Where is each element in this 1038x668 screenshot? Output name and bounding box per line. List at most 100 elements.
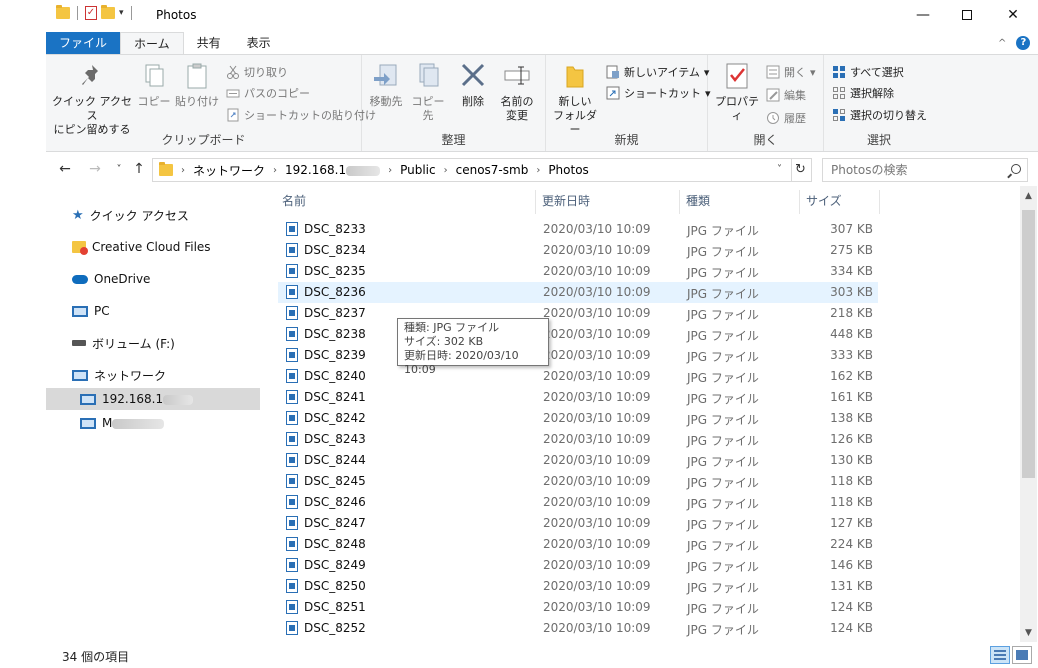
new-folder-button[interactable]: 新しい フォルダー [552, 61, 598, 137]
breadcrumb-chevron-icon[interactable]: › [388, 165, 392, 176]
table-row[interactable]: DSC_8249 2020/03/10 10:09 JPG ファイル 146 KB [278, 555, 878, 576]
column-header-size[interactable]: サイズ [802, 190, 880, 214]
refresh-button[interactable]: ↻ [790, 158, 812, 182]
breadcrumb-chevron-icon[interactable]: › [536, 165, 540, 176]
select-none-button[interactable]: 選択解除 [832, 84, 894, 102]
column-header-date[interactable]: 更新日時 [538, 190, 680, 214]
scroll-thumb[interactable] [1022, 210, 1035, 478]
nav-item-network[interactable]: ネットワーク [46, 364, 260, 386]
nav-item-pc[interactable]: PC [46, 300, 260, 322]
nav-item-volume[interactable]: ボリューム (F:) [46, 332, 260, 354]
properties-icon[interactable]: ✓ [85, 6, 97, 20]
address-bar[interactable]: › ネットワーク › 192.168.1 › Public › cenos7-s… [152, 158, 792, 182]
breadcrumb-host-label: 192.168.1 [285, 163, 347, 177]
breadcrumb-public[interactable]: Public [400, 163, 436, 177]
table-row[interactable]: DSC_8238 2020/03/10 10:09 JPG ファイル 448 KB [278, 324, 878, 345]
pin-quick-access-button[interactable]: クイック アクセス にピン留めする [52, 61, 132, 137]
details-view-button[interactable] [990, 646, 1010, 664]
table-row[interactable]: DSC_8242 2020/03/10 10:09 JPG ファイル 138 KB [278, 408, 878, 429]
customize-qat-icon[interactable]: ▾ [119, 8, 124, 18]
scroll-down-icon[interactable]: ▼ [1020, 625, 1037, 642]
table-row[interactable]: DSC_8252 2020/03/10 10:09 JPG ファイル 124 KB [278, 618, 878, 639]
table-row[interactable]: DSC_8246 2020/03/10 10:09 JPG ファイル 118 KB [278, 492, 878, 513]
tab-file[interactable]: ファイル [46, 32, 121, 54]
nav-item-host1[interactable]: 192.168.1 [46, 388, 260, 410]
move-to-button[interactable]: 移動先 [366, 61, 406, 109]
image-file-icon [286, 264, 298, 278]
table-row[interactable]: DSC_8233 2020/03/10 10:09 JPG ファイル 307 KB [278, 219, 878, 240]
copy-path-button[interactable]: パスのコピー [226, 84, 310, 102]
file-size: 131 KB [830, 579, 873, 593]
easy-access-shortcut-button[interactable]: ショートカット ▾ [606, 84, 711, 102]
table-row[interactable]: DSC_8236 2020/03/10 10:09 JPG ファイル 303 KB [278, 282, 878, 303]
nav-item-host2[interactable]: M [46, 412, 260, 434]
help-icon[interactable]: ? [1016, 36, 1031, 50]
select-all-button[interactable]: すべて選択 [832, 63, 904, 81]
delete-button[interactable]: 削除 [456, 61, 490, 109]
table-row[interactable]: DSC_8245 2020/03/10 10:09 JPG ファイル 118 KB [278, 471, 878, 492]
invert-selection-button[interactable]: 選択の切り替え [832, 106, 927, 124]
paste-shortcut-button[interactable]: ショートカットの貼り付け [226, 106, 376, 124]
minimize-button[interactable]: — [908, 4, 938, 26]
breadcrumb-chevron-icon[interactable]: › [444, 165, 448, 176]
new-item-button[interactable]: 新しいアイテム ▾ [606, 63, 709, 81]
file-type: JPG ファイル [687, 476, 759, 490]
address-dropdown-icon[interactable]: ˅ [777, 164, 782, 175]
nav-item-creative-cloud[interactable]: Creative Cloud Files [46, 236, 260, 258]
table-row[interactable]: DSC_8248 2020/03/10 10:09 JPG ファイル 224 KB [278, 534, 878, 555]
copy-to-button[interactable]: コピー先 [408, 61, 448, 123]
scroll-up-icon[interactable]: ▲ [1020, 188, 1037, 205]
paste-button[interactable]: 貼り付け [174, 61, 220, 109]
rename-button[interactable]: 名前の 変更 [496, 61, 538, 123]
table-row[interactable]: DSC_8250 2020/03/10 10:09 JPG ファイル 131 KB [278, 576, 878, 597]
table-row[interactable]: DSC_8243 2020/03/10 10:09 JPG ファイル 126 KB [278, 429, 878, 450]
tab-home[interactable]: ホーム [120, 32, 184, 54]
nav-item-quick-access[interactable]: ★ クイック アクセス [46, 204, 260, 226]
maximize-button[interactable] [952, 4, 982, 26]
breadcrumb-photos[interactable]: Photos [548, 163, 588, 177]
breadcrumb-chevron-icon[interactable]: › [181, 165, 185, 176]
column-header-name[interactable]: 名前 [278, 190, 536, 214]
history-button[interactable]: 履歴 [766, 109, 806, 127]
table-row[interactable]: DSC_8235 2020/03/10 10:09 JPG ファイル 334 KB [278, 261, 878, 282]
close-button[interactable]: ✕ [998, 4, 1028, 26]
breadcrumb-share[interactable]: cenos7-smb [456, 163, 529, 177]
table-row[interactable]: DSC_8240 2020/03/10 10:09 JPG ファイル 162 KB [278, 366, 878, 387]
open-button[interactable]: 開く ▾ [766, 63, 816, 81]
large-icons-view-button[interactable] [1012, 646, 1032, 664]
breadcrumb-host[interactable]: 192.168.1 [285, 163, 381, 177]
table-row[interactable]: DSC_8239 2020/03/10 10:09 JPG ファイル 333 KB [278, 345, 878, 366]
table-row[interactable]: DSC_8241 2020/03/10 10:09 JPG ファイル 161 KB [278, 387, 878, 408]
breadcrumb-chevron-icon[interactable]: › [273, 165, 277, 176]
table-row[interactable]: DSC_8244 2020/03/10 10:09 JPG ファイル 130 KB [278, 450, 878, 471]
properties-button[interactable]: プロパティ [712, 61, 762, 123]
new-folder-icon[interactable] [101, 5, 115, 19]
back-arrow-icon[interactable]: ← [56, 161, 74, 177]
file-size: 448 KB [830, 327, 873, 341]
table-row[interactable]: DSC_8237 2020/03/10 10:09 JPG ファイル 218 KB [278, 303, 878, 324]
table-row[interactable]: DSC_8251 2020/03/10 10:09 JPG ファイル 124 KB [278, 597, 878, 618]
up-arrow-icon[interactable]: ↑ [130, 161, 148, 177]
recent-locations-icon[interactable]: ˅ [110, 164, 128, 175]
search-input[interactable]: Photosの検索 [822, 158, 1028, 182]
move-to-icon [372, 61, 400, 91]
table-row[interactable]: DSC_8234 2020/03/10 10:09 JPG ファイル 275 KB [278, 240, 878, 261]
breadcrumb-network[interactable]: ネットワーク [193, 162, 265, 179]
tab-share[interactable]: 共有 [184, 32, 234, 54]
cut-button[interactable]: 切り取り [226, 63, 288, 81]
vertical-scrollbar[interactable]: ▲ ▼ [1020, 186, 1037, 642]
forward-arrow-icon[interactable]: → [86, 161, 104, 177]
cloud-icon [72, 274, 88, 284]
file-size: 218 KB [830, 306, 873, 320]
tab-view[interactable]: 表示 [234, 32, 284, 54]
folder-icon[interactable] [56, 5, 70, 19]
copy-button[interactable]: コピー [134, 61, 174, 109]
minimize-ribbon-icon[interactable]: ^ [998, 38, 1006, 49]
file-date: 2020/03/10 10:09 [543, 558, 651, 572]
column-header-type[interactable]: 種類 [682, 190, 800, 214]
table-row[interactable]: DSC_8247 2020/03/10 10:09 JPG ファイル 127 KB [278, 513, 878, 534]
pin-icon [78, 61, 106, 91]
file-date: 2020/03/10 10:09 [543, 327, 651, 341]
edit-button[interactable]: 編集 [766, 86, 806, 104]
nav-item-onedrive[interactable]: OneDrive [46, 268, 260, 290]
